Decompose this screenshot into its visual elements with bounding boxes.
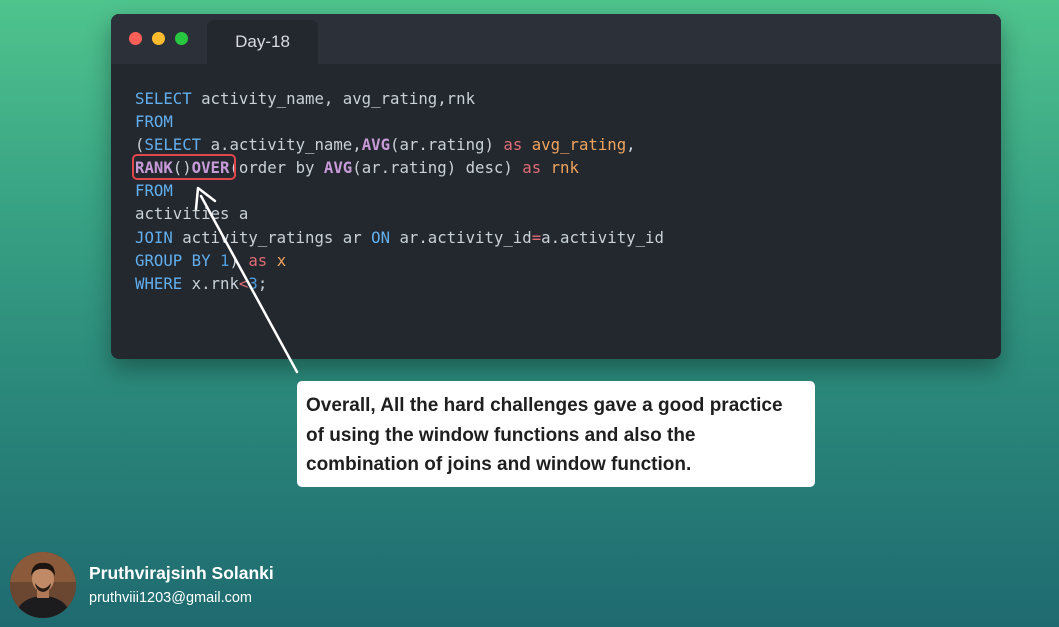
- code-token: rnk: [550, 158, 579, 178]
- code-line: activities a: [135, 202, 664, 225]
- code-line: JOIN activity_ratings ar ON ar.activity_…: [135, 226, 664, 249]
- code-window: Day-18 SELECT activity_name, avg_rating,…: [111, 14, 1001, 359]
- window-titlebar: Day-18: [111, 14, 1001, 64]
- code-line: (SELECT a.activity_name,AVG(ar.rating) a…: [135, 133, 664, 156]
- code-token: =: [531, 227, 542, 247]
- code-token: (ar.rating): [390, 135, 504, 155]
- author-email: pruthviii1203@gmail.com: [89, 590, 253, 606]
- code-token: activity_ratings ar: [172, 227, 372, 247]
- code-token: avg_rating: [531, 135, 627, 155]
- code-token: AVG: [361, 135, 391, 155]
- code-token: ar.activity_id: [390, 227, 532, 247]
- code-line: WHERE x.rnk<3;: [135, 272, 664, 295]
- sql-code-block: SELECT activity_name, avg_rating,rnk FROM…: [135, 87, 664, 295]
- code-token: SELECT: [135, 89, 192, 108]
- close-dot-icon[interactable]: [129, 32, 142, 45]
- maximize-dot-icon[interactable]: [175, 32, 188, 45]
- code-token: JOIN: [135, 227, 173, 247]
- callout-line: of using the window functions and also t…: [306, 424, 696, 446]
- tab-day-18[interactable]: Day-18: [207, 20, 318, 64]
- code-token: activities a: [135, 204, 249, 224]
- code-token: ;: [257, 273, 268, 293]
- code-line: GROUP BY 1) as x: [135, 249, 664, 272]
- code-line: SELECT activity_name, avg_rating,rnk: [135, 87, 664, 110]
- code-token: ,: [626, 135, 636, 155]
- code-token: ON: [371, 227, 391, 247]
- code-token: GROUP BY: [135, 250, 211, 270]
- code-token: x.rnk: [182, 273, 239, 293]
- code-token: ): [229, 250, 249, 270]
- minimize-dot-icon[interactable]: [152, 32, 165, 45]
- code-token: <: [238, 273, 249, 293]
- code-token: activity_name, avg_rating,rnk: [191, 89, 476, 108]
- code-line: FROM: [135, 110, 664, 133]
- code-token: SELECT: [144, 135, 202, 155]
- code-token: x: [276, 250, 287, 270]
- code-token: (order by: [229, 158, 324, 178]
- summary-callout: Overall, All the hard challenges gave a …: [297, 381, 815, 487]
- code-token: (ar.rating) desc): [352, 158, 523, 178]
- callout-line: combination of joins and window function…: [306, 454, 692, 475]
- code-token: FROM: [135, 181, 173, 201]
- rank-over-highlight-box: [132, 154, 236, 180]
- code-token: FROM: [135, 112, 173, 132]
- code-token: a.activity_name,: [201, 135, 362, 155]
- code-token: 3: [248, 273, 258, 293]
- code-line: FROM: [135, 179, 664, 202]
- callout-line: Overall, All the hard challenges gave a …: [306, 395, 783, 416]
- author-name: Pruthvirajsinh Solanki: [89, 563, 274, 583]
- code-token: as: [503, 135, 523, 155]
- code-token: as: [248, 250, 268, 270]
- code-token: a.activity_id: [541, 227, 664, 247]
- person-avatar-icon: [10, 552, 76, 618]
- author-avatar: [10, 552, 76, 618]
- code-token: WHERE: [135, 273, 183, 293]
- code-token: as: [522, 158, 542, 178]
- code-token: AVG: [323, 158, 353, 178]
